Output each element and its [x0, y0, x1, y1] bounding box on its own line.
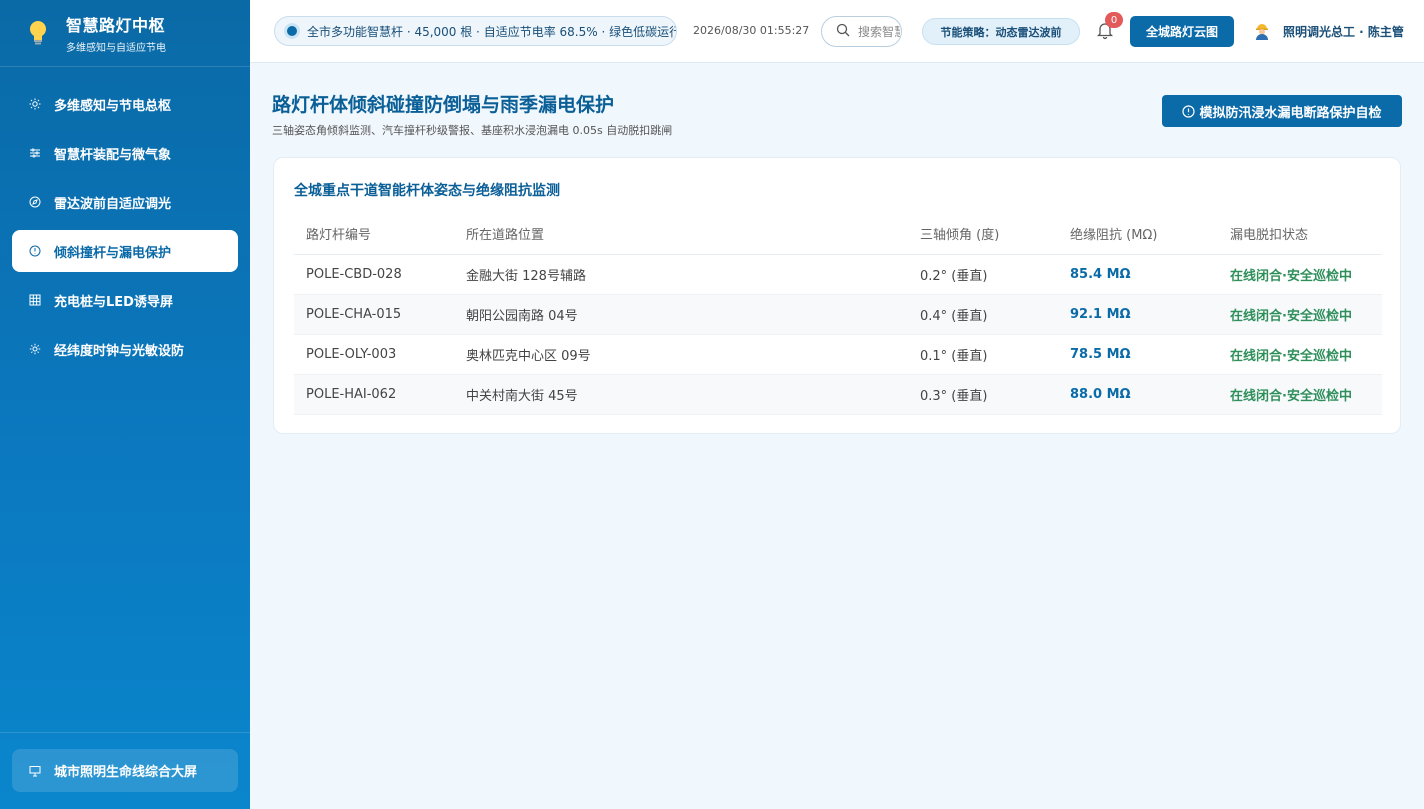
gear-icon [28, 342, 42, 356]
dashboard-screen-button[interactable]: 城市照明生命线综合大屏 [12, 749, 238, 792]
grid-icon [28, 293, 42, 307]
sidebar-footer: 城市照明生命线综合大屏 [0, 732, 250, 809]
pole-id: POLE-HAI-062 [294, 374, 454, 415]
table-row[interactable]: POLE-HAI-062 中关村南大街 45号 0.3° (垂直) 88.0 M… [294, 374, 1382, 415]
info-icon [1182, 104, 1196, 118]
brand: 智慧路灯中枢 多维感知与自适应节电 [0, 0, 250, 67]
pole-monitor-card: 全城重点干道智能杆体姿态与绝缘阻抗监测 路灯杆编号 所在道路位置 三轴倾角 (度… [273, 157, 1401, 434]
pole-location: 金融大街 128号辅路 [454, 254, 908, 295]
notification-badge: 0 [1105, 12, 1123, 28]
pole-location: 朝阳公园南路 04号 [454, 294, 908, 335]
sidebar-item-overview[interactable]: 多维感知与节电总枢 [12, 83, 238, 125]
brand-subtitle: 多维感知与自适应节电 [66, 43, 166, 54]
sidebar-nav: 多维感知与节电总枢 智慧杆装配与微气象 雷达波前自适应调光 倾斜撞杆与漏电保护 … [0, 67, 250, 370]
column-header: 漏电脱扣状态 [1218, 214, 1382, 255]
energy-strategy-badge[interactable]: 节能策略：动态雷达波前 [922, 18, 1080, 45]
pole-tilt: 0.3° (垂直) [908, 374, 1058, 415]
sidebar-item-pole-assembly[interactable]: 智慧杆装配与微气象 [12, 132, 238, 174]
page-title: 路灯杆体倾斜碰撞防倒塌与雨季漏电保护 [272, 94, 615, 116]
breaker-status: 在线闭合·安全巡检中 [1218, 334, 1382, 375]
city-status-text: 全市多功能智慧杆 · 45,000 根 · 自适应节电率 68.5% · 绿色低… [307, 24, 677, 39]
selfcheck-label: 模拟防汛浸水漏电断路保护自检 [1199, 105, 1382, 121]
breaker-status: 在线闭合·安全巡检中 [1218, 294, 1382, 335]
insulation-resistance: 88.0 MΩ [1058, 374, 1218, 415]
status-dot-icon [287, 26, 297, 36]
user-menu[interactable]: 照明调光总工 · 陈主管 [1253, 22, 1404, 40]
compass-icon [28, 195, 42, 209]
sidebar-item-label: 充电桩与LED诱导屏 [54, 294, 173, 310]
sidebar-item-label: 经纬度时钟与光敏设防 [54, 343, 185, 359]
insulation-resistance: 85.4 MΩ [1058, 254, 1218, 295]
brand-title: 智慧路灯中枢 [66, 16, 166, 35]
datetime: 2026/08/30 01:55:27 [693, 24, 810, 37]
worker-avatar-icon [1253, 22, 1271, 40]
breaker-status: 在线闭合·安全巡检中 [1218, 374, 1382, 415]
pole-monitor-table: 路灯杆编号 所在道路位置 三轴倾角 (度) 绝缘阻抗 (MΩ) 漏电脱扣状态 P… [294, 214, 1382, 415]
lightbulb-icon [24, 19, 52, 47]
city-status-banner: 全市多功能智慧杆 · 45,000 根 · 自适应节电率 68.5% · 绿色低… [274, 16, 677, 46]
sliders-icon [28, 146, 42, 160]
column-header: 三轴倾角 (度) [908, 214, 1058, 255]
pole-tilt: 0.2° (垂直) [908, 254, 1058, 295]
presentation-icon [28, 764, 42, 778]
pole-tilt: 0.4° (垂直) [908, 294, 1058, 335]
pole-id: POLE-CBD-028 [294, 254, 454, 295]
search-icon [836, 22, 850, 41]
sidebar-item-label: 多维感知与节电总枢 [54, 98, 172, 114]
column-header: 绝缘阻抗 (MΩ) [1058, 214, 1218, 255]
pole-location: 奥林匹克中心区 09号 [454, 334, 908, 375]
sidebar-item-tilt-leakage[interactable]: 倾斜撞杆与漏电保护 [12, 230, 238, 272]
column-header: 路灯杆编号 [294, 214, 454, 255]
sidebar-item-radar-dimming[interactable]: 雷达波前自适应调光 [12, 181, 238, 223]
flood-leakage-selfcheck-button[interactable]: 模拟防汛浸水漏电断路保护自检 [1162, 95, 1402, 127]
breaker-status: 在线闭合·安全巡检中 [1218, 254, 1382, 295]
sidebar-item-label: 倾斜撞杆与漏电保护 [54, 245, 172, 261]
dashboard-screen-label: 城市照明生命线综合大屏 [54, 765, 198, 780]
alert-circle-icon [28, 244, 42, 258]
column-header: 所在道路位置 [454, 214, 908, 255]
table-row[interactable]: POLE-CHA-015 朝阳公园南路 04号 0.4° (垂直) 92.1 M… [294, 294, 1382, 335]
sidebar-item-label: 雷达波前自适应调光 [54, 196, 172, 212]
city-lamp-cloud-button[interactable]: 全城路灯云图 [1130, 16, 1234, 47]
pole-location: 中关村南大街 45号 [454, 374, 908, 415]
insulation-resistance: 92.1 MΩ [1058, 294, 1218, 335]
search-box[interactable] [821, 16, 902, 47]
sidebar-item-charging-led[interactable]: 充电桩与LED诱导屏 [12, 279, 238, 321]
pole-id: POLE-OLY-003 [294, 334, 454, 375]
sidebar-item-label: 智慧杆装配与微气象 [54, 147, 172, 163]
topbar: 全市多功能智慧杆 · 45,000 根 · 自适应节电率 68.5% · 绿色低… [250, 0, 1424, 63]
sun-icon [28, 97, 42, 111]
table-header-row: 路灯杆编号 所在道路位置 三轴倾角 (度) 绝缘阻抗 (MΩ) 漏电脱扣状态 [294, 214, 1382, 255]
page-subtitle: 三轴姿态角倾斜监测、汽车撞杆秒级警报、基座积水浸泡漏电 0.05s 自动脱扣跳闸 [272, 124, 673, 137]
user-name: 照明调光总工 · 陈主管 [1283, 24, 1404, 39]
pole-tilt: 0.1° (垂直) [908, 334, 1058, 375]
sidebar: 智慧路灯中枢 多维感知与自适应节电 多维感知与节电总枢 智慧杆装配与微气象 雷达… [0, 0, 250, 809]
table-row[interactable]: POLE-CBD-028 金融大街 128号辅路 0.2° (垂直) 85.4 … [294, 254, 1382, 295]
pole-id: POLE-CHA-015 [294, 294, 454, 335]
table-row[interactable]: POLE-OLY-003 奥林匹克中心区 09号 0.1° (垂直) 78.5 … [294, 334, 1382, 375]
insulation-resistance: 78.5 MΩ [1058, 334, 1218, 375]
card-title: 全城重点干道智能杆体姿态与绝缘阻抗监测 [294, 183, 560, 199]
sidebar-item-clock-photosensor[interactable]: 经纬度时钟与光敏设防 [12, 328, 238, 370]
search-input[interactable] [858, 24, 900, 39]
